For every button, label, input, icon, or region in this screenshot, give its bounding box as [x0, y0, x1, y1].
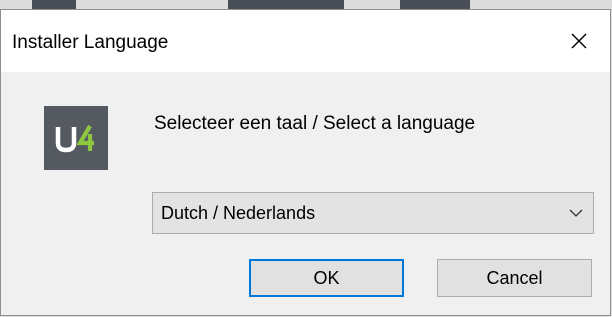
ok-button[interactable]: OK: [249, 259, 404, 297]
title-bar[interactable]: Installer Language: [1, 10, 610, 72]
language-prompt: Selecteer een taal / Select a language: [154, 113, 476, 134]
close-button[interactable]: [548, 10, 610, 72]
chevron-down-icon: [569, 209, 583, 217]
installer-language-dialog: Installer Language Selecteer een taal / …: [0, 9, 611, 316]
cancel-button[interactable]: Cancel: [437, 259, 592, 297]
close-icon: [571, 33, 587, 49]
u4-logo-icon: [44, 106, 108, 170]
language-select[interactable]: Dutch / Nederlands: [152, 192, 594, 234]
language-select-value: Dutch / Nederlands: [161, 203, 316, 223]
window-title: Installer Language: [12, 32, 169, 53]
u4-logo-glyph: [55, 124, 94, 153]
